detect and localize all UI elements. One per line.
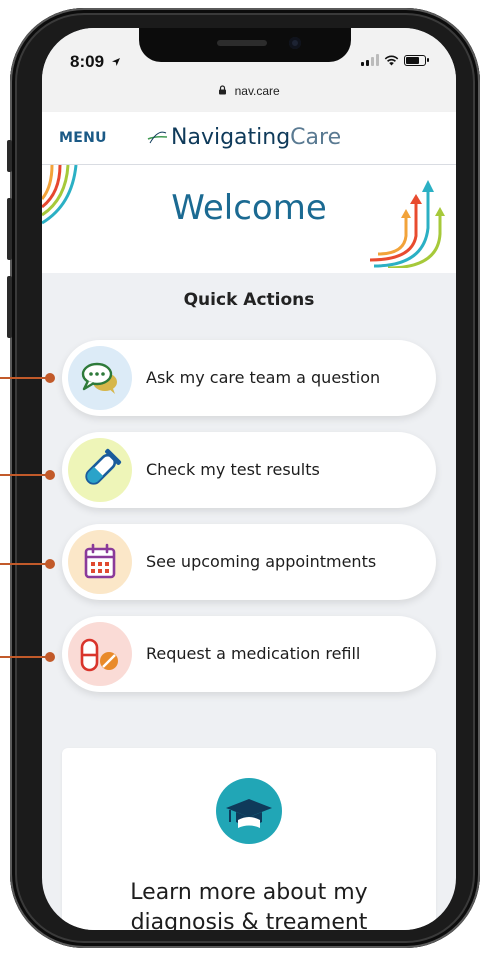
status-time: 8:09 — [70, 52, 121, 72]
medication-refill-label: Request a medication refill — [146, 644, 361, 663]
signal-icon — [361, 54, 379, 66]
app-header: MENU Navigating Care — [42, 112, 456, 165]
browser-url: nav.care — [234, 84, 280, 98]
rising-arrows-decoration — [369, 180, 445, 268]
callout-line-ask — [0, 377, 50, 379]
learn-more-line1: Learn more about my — [130, 880, 368, 905]
learn-more-text: Learn more about my diagnosis & treament — [62, 878, 436, 930]
location-arrow-icon — [111, 58, 120, 66]
brand-name-part1: Navigating — [171, 125, 291, 150]
learn-icon-bg — [216, 778, 282, 844]
upcoming-appointments-button[interactable]: See upcoming appointments — [62, 524, 436, 600]
brand-name-part2: Care — [290, 125, 342, 150]
chat-bubbles-icon — [81, 362, 117, 394]
browser-url-bar[interactable]: nav.care — [42, 84, 456, 112]
medication-refill-icon-bg — [68, 622, 132, 686]
ask-care-team-icon-bg — [68, 346, 132, 410]
phone-notch — [139, 28, 351, 62]
pills-icon — [80, 638, 118, 672]
quick-actions-title: Quick Actions — [183, 290, 315, 310]
check-test-results-label: Check my test results — [146, 460, 320, 479]
wifi-icon — [384, 55, 399, 65]
upcoming-appointments-icon-bg — [68, 530, 132, 594]
callout-dot-ask — [45, 373, 55, 383]
check-test-results-icon-bg — [68, 438, 132, 502]
callout-dot-test — [45, 470, 55, 480]
medication-refill-button[interactable]: Request a medication refill — [62, 616, 436, 692]
learn-more-line2: diagnosis & treament — [130, 910, 368, 930]
check-test-results-button[interactable]: Check my test results — [62, 432, 436, 508]
battery-icon — [404, 54, 429, 66]
callout-line-refill — [0, 656, 50, 658]
swoosh-logo-icon — [147, 131, 168, 143]
callout-line-appointments — [0, 563, 50, 565]
ask-care-team-label: Ask my care team a question — [146, 368, 381, 387]
calendar-icon — [84, 543, 116, 579]
upcoming-appointments-label: See upcoming appointments — [146, 552, 377, 571]
lock-icon — [219, 85, 227, 95]
phone-screen: 8:09 nav.care MENU Navigating Care Welco… — [42, 28, 456, 930]
menu-button[interactable]: MENU — [59, 130, 107, 146]
phone-side-button — [7, 140, 12, 172]
phone-volume-down-button — [7, 276, 12, 338]
phone-volume-up-button — [7, 198, 12, 260]
callout-line-test — [0, 474, 50, 476]
ask-care-team-button[interactable]: Ask my care team a question — [62, 340, 436, 416]
callout-dot-appointments — [45, 559, 55, 569]
learn-more-card[interactable]: Learn more about my diagnosis & treament — [62, 748, 436, 930]
graduation-cap-icon — [226, 799, 272, 828]
test-tube-icon — [85, 448, 122, 485]
brand-logo[interactable]: Navigating Care — [146, 125, 341, 150]
callout-dot-refill — [45, 652, 55, 662]
